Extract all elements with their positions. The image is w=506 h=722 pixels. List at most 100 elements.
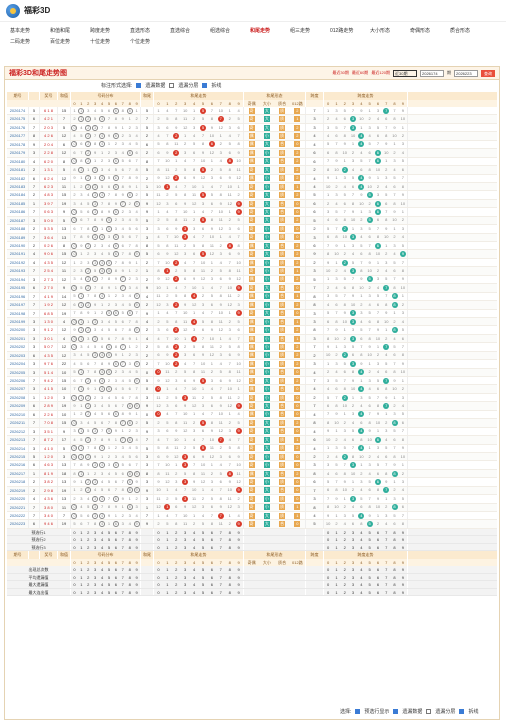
- mod3-block: 2: [294, 343, 301, 350]
- miss-data-checkbox[interactable]: [136, 83, 142, 88]
- nav-item-7[interactable]: 组三走势: [290, 26, 330, 37]
- span-digit: 4: [357, 183, 365, 190]
- dist-digit: 4: [219, 462, 222, 468]
- form-block: 偶: [248, 158, 255, 165]
- header-cell: [29, 551, 40, 560]
- dist-digit: 11: [165, 369, 170, 375]
- bottom-miss-checkbox[interactable]: [393, 709, 399, 714]
- dist-digit: 4: [166, 208, 169, 214]
- nav-item-10[interactable]: 奇偶形态: [410, 26, 450, 37]
- bottom-line-checkbox[interactable]: [459, 709, 465, 714]
- group-digit: 2: [73, 192, 76, 198]
- form-value: 合: [275, 520, 290, 528]
- dist-digit: 6: [157, 453, 160, 459]
- group-digit: 6: [107, 487, 111, 493]
- dist-cell: 7 10 1 3 7 10 1 4 7 10: [154, 461, 244, 469]
- spacer: [244, 573, 306, 581]
- group-digit: 5: [100, 335, 104, 341]
- digit-ball: 1: [78, 394, 85, 401]
- dist-digit: 3: [192, 225, 196, 231]
- nav-item-15[interactable]: 个位走势: [130, 37, 170, 48]
- nav-item-8[interactable]: 012路走势: [330, 26, 370, 37]
- k-cell: 7: [29, 512, 40, 520]
- form-value: 合: [275, 487, 290, 494]
- nav-item-0[interactable]: 基本走势: [10, 26, 50, 37]
- nav-item-5[interactable]: 组选综合: [210, 26, 250, 37]
- header-cell: 和值: [58, 92, 71, 100]
- nav-item-1[interactable]: 和值和尾: [50, 26, 90, 37]
- dist-digit: 7: [192, 259, 196, 265]
- form-block: 大: [263, 436, 270, 443]
- digit-header: 8: [393, 537, 396, 543]
- issue-cell: 2026184: [7, 191, 29, 199]
- span-digit: 1: [360, 124, 363, 130]
- group-digit: 8: [135, 242, 138, 248]
- group-digit: 5: [114, 318, 117, 324]
- digit-header: 2: [87, 574, 90, 580]
- nav-item-4[interactable]: 直选综合: [170, 26, 210, 37]
- nav-item-3[interactable]: 直选形态: [130, 26, 170, 37]
- form-value: 质: [275, 461, 290, 469]
- digit-header: 1: [80, 567, 83, 573]
- form-block: 偶: [248, 369, 255, 376]
- span-digit: 3: [343, 428, 346, 434]
- preview-row-checkbox[interactable]: [355, 709, 361, 714]
- dist-digit: 11: [174, 445, 179, 451]
- span-ball: 6: [374, 242, 381, 249]
- num-cell: 9 0 6: [40, 250, 58, 258]
- span-digit: 10: [342, 234, 347, 240]
- hw-cell: 3: [141, 233, 154, 241]
- span-digit: 3: [368, 377, 371, 383]
- nav-item-6[interactable]: 和尾走势: [250, 26, 290, 37]
- form-value: 大: [259, 250, 274, 258]
- recent30-link[interactable]: 最近30期: [332, 70, 348, 76]
- dist-digit: 5: [199, 107, 208, 114]
- dist-digit: 9: [210, 327, 213, 333]
- dist-digit: 7: [201, 133, 205, 139]
- nav-item-12[interactable]: 二码走势: [10, 37, 50, 48]
- num-cell: 2 2 6: [40, 410, 58, 419]
- from-input[interactable]: 2026174: [420, 69, 444, 77]
- group-digit: 8: [80, 234, 83, 240]
- dist-digit: 12: [209, 251, 215, 257]
- nav-item-14[interactable]: 十位走势: [90, 37, 130, 48]
- dist-digit: 10: [156, 284, 161, 290]
- dist-digit: 2: [184, 343, 187, 349]
- to-input[interactable]: 2026223: [454, 69, 478, 77]
- group-digit: 3: [121, 445, 124, 451]
- digit-header: 1: [335, 560, 338, 566]
- span-digit: 4: [327, 133, 330, 139]
- recent60-link[interactable]: 最近60期: [352, 70, 368, 76]
- nav-item-11[interactable]: 质合形态: [450, 26, 490, 37]
- line-checkbox[interactable]: [202, 83, 208, 88]
- foot-digits: 0123456789: [71, 528, 141, 536]
- nav-item-9[interactable]: 大小形态: [370, 26, 410, 37]
- digit-header: 6: [376, 567, 380, 573]
- dist-digit: 2: [210, 369, 213, 375]
- query-button[interactable]: 查询: [481, 69, 495, 77]
- form-block: 大: [263, 166, 270, 173]
- span-digit: 10: [334, 419, 339, 425]
- dist-digit: 12: [209, 149, 215, 155]
- digit-header: 5: [368, 574, 371, 580]
- span-value: 4: [306, 444, 324, 452]
- group-digit: 7: [100, 428, 104, 434]
- miss-layer-checkbox[interactable]: [169, 83, 175, 88]
- nav-item-2[interactable]: 跨度走势: [90, 26, 130, 37]
- nav-item-13[interactable]: 百位走势: [50, 37, 90, 48]
- recent120-link[interactable]: 最近120期: [371, 70, 390, 76]
- span-digit: 10: [384, 318, 389, 324]
- dist-digit: 6: [228, 352, 231, 358]
- period-select[interactable]: 近30期: [393, 69, 417, 77]
- bottom-layer-checkbox[interactable]: [426, 709, 432, 714]
- digit-ball: 9: [133, 521, 140, 528]
- group-digit: 9: [128, 335, 131, 341]
- span-digit: 2: [393, 234, 396, 240]
- digit-header: 9: [237, 560, 240, 566]
- dist-digit: 2: [237, 394, 240, 400]
- span-digit: 4: [360, 318, 363, 324]
- form-value: 小: [259, 318, 274, 325]
- form-cell: 偶小质2: [244, 301, 306, 309]
- span-digit: 1: [368, 360, 371, 366]
- group-digit: 3: [128, 360, 131, 366]
